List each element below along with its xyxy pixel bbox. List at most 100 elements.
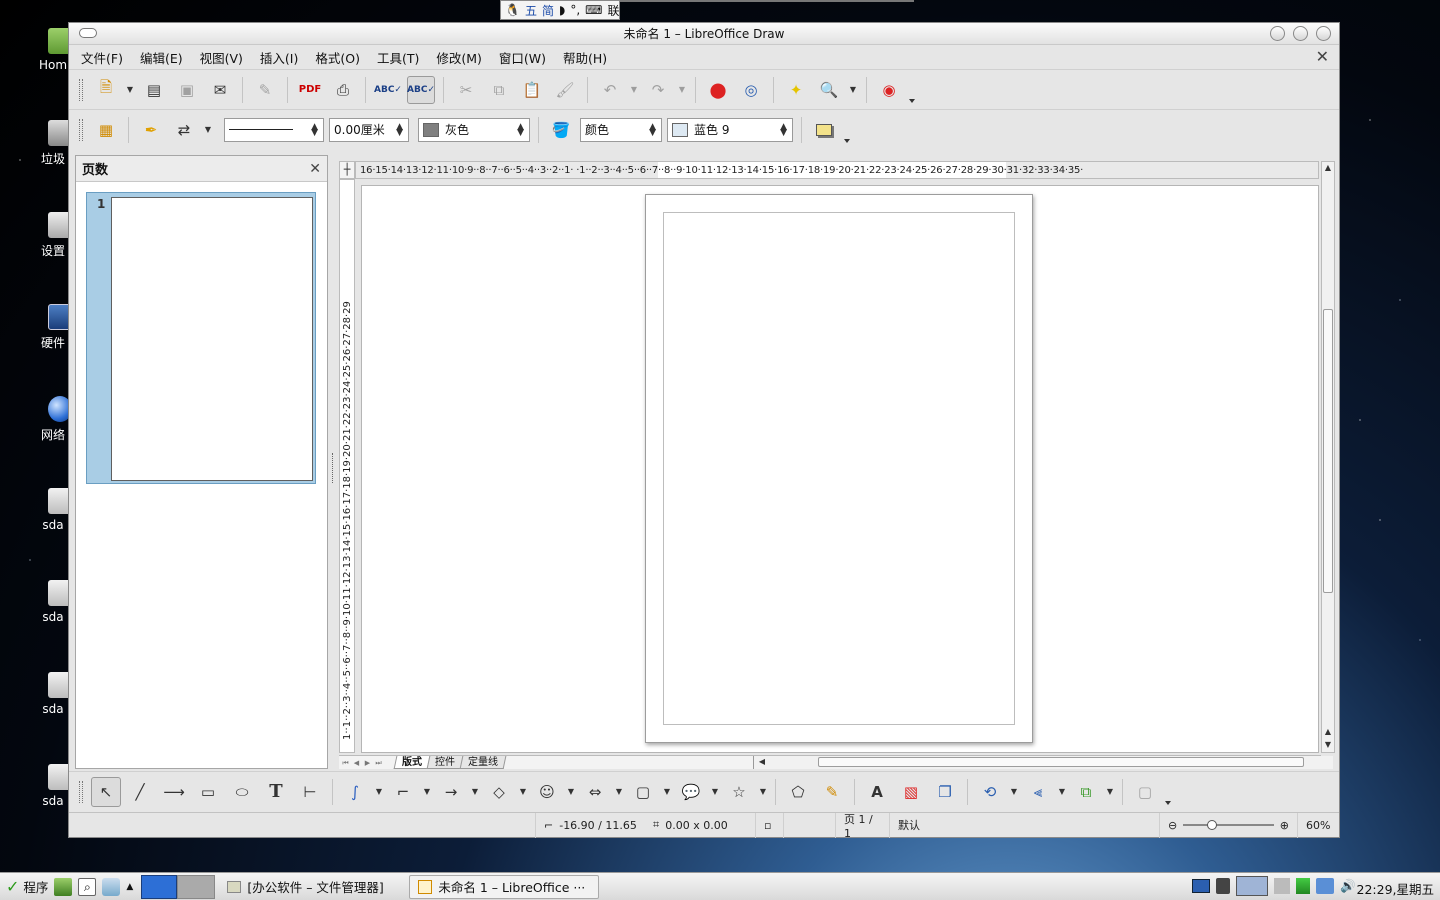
quicklaunch-more-icon[interactable]: ▲ (126, 882, 133, 892)
slide-thumbnail[interactable]: 1 (86, 192, 316, 484)
connector-dropdown-icon[interactable]: ▼ (422, 787, 432, 796)
rectangle-tool-icon[interactable]: ▭ (193, 777, 223, 807)
block-arrows-dropdown-icon[interactable]: ▼ (614, 787, 624, 796)
symbol-shapes-icon[interactable]: ☺ (532, 777, 562, 807)
basic-shapes-dropdown-icon[interactable]: ▼ (518, 787, 528, 796)
spellcheck-icon[interactable]: ABC✓ (374, 76, 402, 104)
area-fill-icon[interactable]: 🪣 (547, 116, 575, 144)
vertical-text-tool-icon[interactable]: ⊢ (295, 777, 325, 807)
shadow-icon[interactable] (810, 116, 838, 144)
undo-dropdown-icon[interactable]: ▼ (629, 85, 639, 94)
insert-image-icon[interactable]: ▧ (896, 777, 926, 807)
horizontal-scrollbar[interactable]: ◀ (753, 756, 1333, 769)
zoom-out-icon[interactable]: ⊖ (1168, 819, 1177, 832)
curve-dropdown-icon[interactable]: ▼ (374, 787, 384, 796)
vertical-ruler[interactable]: 1··1··2··3··4··5··6··7··8··9·10·11·12·13… (339, 179, 355, 753)
line-color-select[interactable]: 灰色 ▲ ▼ (418, 117, 530, 142)
zoom-percentage[interactable]: 60% (1297, 812, 1339, 838)
stars-icon[interactable]: ☆ (724, 777, 754, 807)
panel-splitter-handle[interactable] (332, 453, 334, 483)
rotate-icon[interactable]: ⟲ (975, 777, 1005, 807)
fontwork-icon[interactable]: A (862, 777, 892, 807)
keyboard-icon[interactable]: ⌨ (585, 3, 602, 17)
last-tab-icon[interactable]: ⏭ (374, 758, 383, 768)
display-icon[interactable] (1192, 879, 1211, 893)
toolbar-overflow-icon[interactable] (1164, 779, 1172, 805)
next-tab-icon[interactable]: ▶ (363, 758, 372, 768)
toolbar-grip[interactable] (79, 780, 83, 803)
line-style-select[interactable]: ▲ ▼ (224, 117, 324, 142)
ime-kbd-label[interactable]: 联 (607, 2, 619, 19)
prev-tab-icon[interactable]: ◀ (352, 758, 361, 768)
workspace-2[interactable] (177, 874, 216, 899)
edit-file-icon[interactable]: ✎ (251, 76, 279, 104)
line-arrow-tool-icon[interactable]: ⟶ (159, 777, 189, 807)
menu-tools[interactable]: 工具(T) (377, 48, 419, 67)
wifi-icon[interactable] (1316, 878, 1335, 894)
arrow-style-dropdown-icon[interactable]: ▼ (203, 125, 213, 134)
arrange-icon[interactable]: ⧉ (1071, 777, 1101, 807)
symbol-shapes-dropdown-icon[interactable]: ▼ (566, 787, 576, 796)
first-tab-icon[interactable]: ⏮ (341, 758, 350, 768)
lines-arrows-dropdown-icon[interactable]: ▼ (470, 787, 480, 796)
ime-script[interactable]: 简 (542, 2, 554, 19)
autospellcheck-icon[interactable]: ABC✓ (407, 75, 435, 104)
ellipse-tool-icon[interactable]: ⬭ (227, 777, 257, 807)
stars-dropdown-icon[interactable]: ▼ (758, 787, 768, 796)
menu-format[interactable]: 格式(O) (315, 48, 360, 67)
glue-points-icon[interactable]: ✎ (817, 777, 847, 807)
points-edit-icon[interactable]: ⬠ (783, 777, 813, 807)
task-libreoffice-draw[interactable]: 未命名 1 – LibreOffice ··· (409, 874, 600, 899)
menu-file[interactable]: 文件(F) (81, 48, 123, 67)
zoom-dropdown-icon[interactable]: ▼ (848, 85, 858, 94)
toolbar-grip[interactable] (79, 78, 83, 101)
export-pdf-icon[interactable]: PDF (296, 76, 324, 104)
window-titlebar[interactable]: 未命名 1 – LibreOffice Draw (69, 23, 1339, 45)
undo-icon[interactable]: ↶ (596, 76, 624, 104)
chart-icon[interactable]: ⬤ (704, 76, 732, 104)
vertical-scrollbar[interactable]: ▲ ▲ ▼ (1321, 161, 1335, 753)
block-arrows-icon[interactable]: ⇔ (580, 777, 610, 807)
tab-stop-selector[interactable]: ┼ (339, 161, 355, 179)
toolbar-overflow-icon[interactable] (843, 117, 851, 143)
zoom-slider-area[interactable]: ⊖ ⊕ (1159, 812, 1297, 838)
quicklaunch-package-icon[interactable] (102, 877, 121, 896)
connector-tool-icon[interactable]: ⌐ (388, 777, 418, 807)
toolbar-overflow-icon[interactable] (908, 77, 916, 103)
menu-window[interactable]: 窗口(W) (499, 48, 546, 67)
print-icon[interactable]: ⎙ (329, 76, 357, 104)
extrusion-icon[interactable]: ❐ (930, 777, 960, 807)
line-icon[interactable]: ✒ (137, 116, 165, 144)
line-width-field[interactable]: 0.00厘米 ▲ ▼ (329, 117, 409, 142)
basic-shapes-icon[interactable]: ◇ (484, 777, 514, 807)
menu-insert[interactable]: 插入(I) (260, 48, 298, 67)
horizontal-ruler[interactable]: 16·15·14·13·12·11·10·9··8··7··6··5··4··3… (355, 161, 1319, 179)
arrow-style-icon[interactable]: ⇄ (170, 116, 198, 144)
tab-layout[interactable]: 版式 (393, 756, 431, 769)
tab-controls[interactable]: 控件 (426, 756, 464, 769)
open-folder-icon[interactable]: ▤ (140, 76, 168, 104)
zoom-icon[interactable]: 🔍 (815, 76, 843, 104)
task-file-manager[interactable]: [办公软件 – 文件管理器] (219, 875, 405, 899)
scroll-up-icon[interactable]: ▲ (1322, 726, 1334, 738)
volume-icon[interactable]: 🔊 (1340, 878, 1356, 894)
horizontal-scroll-thumb[interactable] (818, 757, 1304, 767)
close-document-icon[interactable]: ✕ (1316, 47, 1329, 66)
callouts-icon[interactable]: 💬 (676, 777, 706, 807)
clock[interactable]: 22:29,星期五 (1357, 879, 1435, 898)
zoom-slider[interactable] (1183, 820, 1274, 830)
ime-mode[interactable]: 五 (525, 2, 537, 19)
select-pointer-icon[interactable]: ↖ (91, 776, 121, 807)
close-panel-icon[interactable]: ✕ (309, 161, 321, 177)
vertical-scroll-thumb[interactable] (1323, 309, 1333, 593)
quicklaunch-file-manager-icon[interactable] (54, 877, 73, 896)
ime-status-bar[interactable]: 🐧 五 简 ◗ °, ⌨ 联 (500, 0, 620, 20)
clone-formatting-icon[interactable]: 🖌 (551, 76, 579, 104)
curve-tool-icon[interactable]: ∫ (340, 777, 370, 807)
area-style-select[interactable]: 颜色 ▲ ▼ (580, 117, 662, 142)
cut-icon[interactable]: ✂ (452, 76, 480, 104)
maximize-button[interactable] (1293, 26, 1308, 41)
flowchart-icon[interactable]: ▢ (628, 777, 658, 807)
zoom-in-icon[interactable]: ⊕ (1280, 819, 1289, 832)
scroll-left-icon[interactable]: ◀ (756, 756, 768, 768)
